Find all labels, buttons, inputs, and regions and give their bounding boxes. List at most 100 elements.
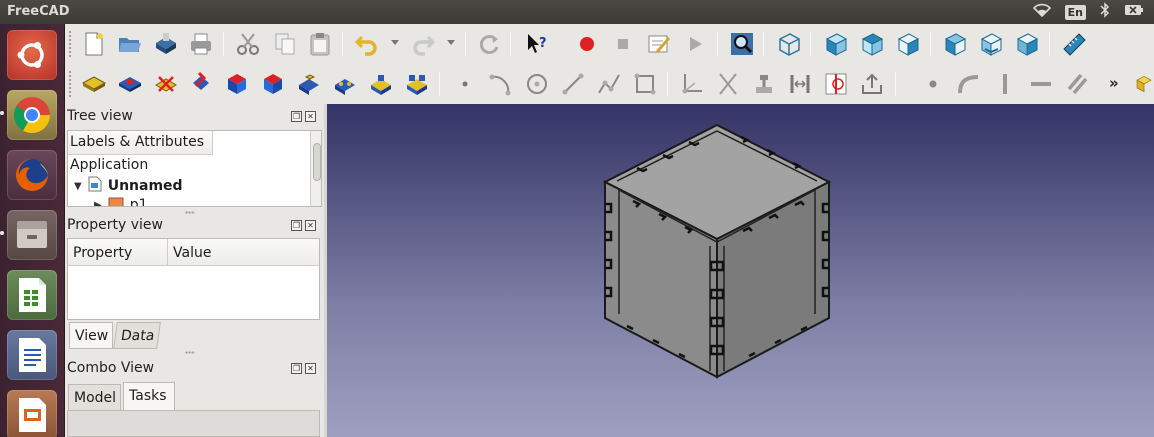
rectangle-icon[interactable] (630, 69, 660, 99)
tree-view-float-button[interactable]: ❐ (291, 111, 302, 122)
window-title: FreeCAD (7, 4, 70, 19)
p1-label: p1 (129, 197, 148, 207)
tree-item-document[interactable]: ▼ Unnamed (74, 176, 183, 196)
ubuntu-dash-icon[interactable] (7, 30, 57, 80)
unity-launcher (0, 24, 65, 437)
stop-macro-icon[interactable] (608, 29, 638, 59)
vertical-line-icon[interactable] (990, 69, 1020, 99)
run-macro-icon[interactable] (680, 29, 710, 59)
fit-all-icon[interactable] (727, 29, 757, 59)
right-view-icon[interactable] (893, 29, 923, 59)
axonometric-view-icon[interactable] (774, 29, 804, 59)
combo-view-float-button[interactable]: ❐ (291, 363, 302, 374)
parallel-icon[interactable] (1062, 69, 1092, 99)
undo-icon[interactable] (352, 29, 382, 59)
property-column-header[interactable]: Property (68, 239, 168, 266)
pin-icon[interactable] (186, 69, 216, 99)
combo-view-title: Combo View (67, 360, 155, 376)
line-icon[interactable] (558, 69, 588, 99)
circle-icon[interactable] (522, 69, 552, 99)
toolbar-row-2: » (65, 64, 1154, 104)
curve-icon[interactable] (954, 69, 984, 99)
tree-item-p1[interactable]: ▶ p1 (94, 196, 148, 207)
property-view-float-button[interactable]: ❐ (291, 220, 302, 231)
bottom-view-icon[interactable] (976, 29, 1006, 59)
constraint-icon[interactable] (785, 69, 815, 99)
firefox-icon[interactable] (7, 150, 57, 200)
measure-icon[interactable] (1059, 29, 1089, 59)
arc-icon[interactable] (486, 69, 516, 99)
expand-arrow-icon[interactable]: ▼ (74, 181, 82, 192)
front-view-icon[interactable] (821, 29, 851, 59)
tab-view[interactable]: View (69, 322, 113, 349)
paste-icon[interactable] (305, 29, 335, 59)
record-macro-icon[interactable] (572, 29, 602, 59)
top-view-icon[interactable] (857, 29, 887, 59)
left-view-icon[interactable] (1012, 29, 1042, 59)
new-file-icon[interactable] (79, 29, 109, 59)
trim-icon[interactable] (713, 69, 743, 99)
keyboard-layout-indicator[interactable]: En (1064, 4, 1086, 20)
bend-icon[interactable] (222, 69, 252, 99)
redo-icon[interactable] (408, 29, 438, 59)
tab-model[interactable]: Model (68, 384, 121, 411)
3d-viewport[interactable] (327, 104, 1154, 437)
system-tray: En (1032, 2, 1144, 22)
cut-icon[interactable] (233, 29, 263, 59)
save-file-icon[interactable] (151, 29, 181, 59)
refresh-icon[interactable] (474, 29, 504, 59)
chrome-icon[interactable] (7, 90, 57, 140)
3d-box-model[interactable] (327, 104, 1154, 437)
export-icon[interactable] (857, 69, 887, 99)
libreoffice-impress-icon[interactable] (7, 390, 57, 437)
sheet-metal-base-icon[interactable] (79, 69, 109, 99)
value-column-header[interactable]: Value (168, 239, 319, 266)
rear-view-icon[interactable] (940, 29, 970, 59)
tree-group-application[interactable]: Application (70, 157, 148, 173)
bend-2-icon[interactable] (258, 69, 288, 99)
property-splitter-handle[interactable] (185, 351, 195, 354)
axis-icon[interactable] (677, 69, 707, 99)
collapse-arrow-icon[interactable]: ▶ (94, 200, 102, 207)
system-top-bar: FreeCAD En (0, 0, 1154, 24)
whats-this-icon[interactable]: ? (522, 29, 552, 59)
battery-icon[interactable] (1124, 4, 1144, 20)
document-icon (88, 176, 102, 196)
libreoffice-calc-icon[interactable] (7, 270, 57, 320)
wifi-icon[interactable] (1032, 3, 1051, 21)
mirror-icon[interactable] (821, 69, 851, 99)
tree-view-close-button[interactable]: ✕ (305, 111, 316, 122)
toolbar-overflow-button[interactable]: » (1109, 74, 1119, 92)
property-view-title: Property view (67, 217, 163, 233)
box-joint-2-icon[interactable] (330, 69, 360, 99)
tab-tasks[interactable]: Tasks (123, 382, 175, 411)
fillet-icon[interactable] (749, 69, 779, 99)
sheet-metal-wall-icon[interactable] (115, 69, 145, 99)
box-joint-3-icon[interactable] (366, 69, 396, 99)
tree-scrollbar[interactable] (310, 131, 321, 206)
tree-view-title: Tree view (67, 108, 133, 124)
sheet-metal-unfold-icon[interactable] (151, 69, 181, 99)
tasks-panel (67, 410, 320, 437)
sketch-point-icon[interactable] (918, 69, 948, 99)
box-joint-4-icon[interactable] (402, 69, 432, 99)
copy-icon[interactable] (270, 29, 300, 59)
print-icon[interactable] (186, 29, 216, 59)
box-joint-icon[interactable] (294, 69, 324, 99)
point-icon[interactable] (450, 69, 480, 99)
tree-column-header[interactable]: Labels & Attributes (68, 131, 213, 155)
horizontal-line-icon[interactable] (1026, 69, 1056, 99)
bluetooth-icon[interactable] (1100, 2, 1110, 22)
cube-icon[interactable] (1134, 69, 1154, 99)
property-table: Property Value (67, 238, 320, 320)
polyline-icon[interactable] (594, 69, 624, 99)
tab-data[interactable]: Data (113, 322, 161, 349)
property-view-close-button[interactable]: ✕ (305, 220, 316, 231)
edit-macro-icon[interactable] (644, 29, 674, 59)
document-label: Unnamed (107, 178, 183, 194)
libreoffice-writer-icon[interactable] (7, 330, 57, 380)
files-icon[interactable] (7, 210, 57, 260)
open-file-icon[interactable] (115, 29, 145, 59)
tree-splitter-handle[interactable] (185, 211, 195, 214)
combo-view-close-button[interactable]: ✕ (305, 363, 316, 374)
